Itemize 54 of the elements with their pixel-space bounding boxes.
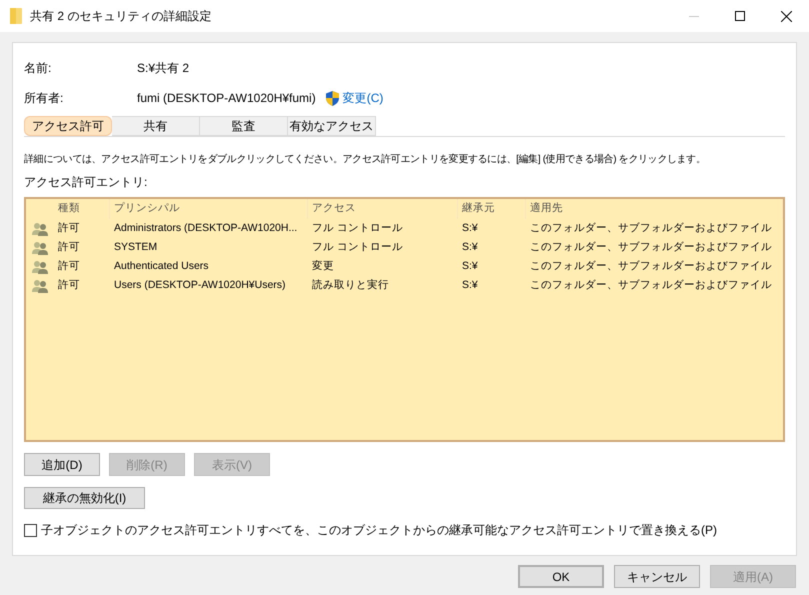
action-button[interactable]: 追加(D) <box>24 453 100 476</box>
table-cell-text: フル コントロール <box>311 220 404 236</box>
close-icon <box>780 10 792 22</box>
shield-icon <box>326 90 339 106</box>
field-value: fumi (DESKTOP-AW1020H¥fumi) <box>137 90 316 107</box>
checkbox[interactable] <box>24 524 37 536</box>
table-cell-text: S:¥ <box>461 220 479 236</box>
table-row[interactable]: 許可 SYSTEM フル コントロール S:¥ このフォルダー、サブフォルダーおよびファイル <box>26 238 783 257</box>
dialog-button[interactable]: OK <box>518 565 604 588</box>
dialog-button[interactable]: キャンセル <box>614 565 700 588</box>
column-header[interactable]: アクセス <box>308 199 458 219</box>
tab[interactable]: 有効なアクセス <box>288 116 376 136</box>
field-value: S:¥共有 2 <box>137 60 190 77</box>
tab[interactable]: 監査 <box>200 116 288 136</box>
table-cell-text: このフォルダー、サブフォルダーおよびファイル <box>529 258 773 274</box>
table-cell-text: このフォルダー、サブフォルダーおよびファイル <box>529 240 773 255</box>
table-row[interactable]: 許可 Administrators (DESKTOP-AW1020H... フル コントロール S:¥ このフォルダー、サブフォルダーおよびファイル <box>26 219 783 238</box>
column-header[interactable]: 種類 <box>54 199 110 219</box>
table-cell-text: このフォルダー、サブフォルダーおよびファイル <box>529 278 773 293</box>
table-cell-text: Users (DESKTOP-AW1020H¥Users) <box>113 278 287 293</box>
users-icon <box>32 240 48 254</box>
table-cell-text: 許可 <box>57 240 81 255</box>
disable-inheritance-button[interactable]: 継承の無効化(I) <box>24 487 145 509</box>
tab[interactable]: 共有 <box>112 116 200 136</box>
window-title: 共有 2 のセキュリティの詳細設定 <box>30 8 212 25</box>
checkbox-label: 子オブジェクトのアクセス許可エントリすべてを、このオブジェクトからの継承可能なアクセス許可エントリで置き換える(P) <box>41 522 717 539</box>
column-header[interactable]: 適用先 <box>526 199 783 219</box>
folder-icon <box>10 8 22 24</box>
users-icon <box>32 278 48 292</box>
table-cell-text: 読み取りと実行 <box>311 278 390 293</box>
list-label: アクセス許可エントリ: <box>24 174 148 191</box>
table-cell-text: 変更 <box>311 258 335 274</box>
description-text: 詳細については、アクセス許可エントリをダブルクリックしてください。アクセス許可エントリを変更するには、[編集] (使用できる場合) をクリックします。 <box>24 152 706 167</box>
tab[interactable]: アクセス許可 <box>24 116 112 136</box>
table-cell-text: 許可 <box>57 220 81 236</box>
users-icon <box>32 260 48 274</box>
column-header[interactable]: プリンシパル <box>110 199 308 219</box>
table-cell-text: このフォルダー、サブフォルダーおよびファイル <box>529 220 773 236</box>
field-label: 所有者: <box>24 90 64 107</box>
table-row[interactable]: 許可 Authenticated Users 変更 S:¥ このフォルダー、サブフォルダーおよびファイル <box>26 257 783 276</box>
table-cell-text: フル コントロール <box>311 240 404 255</box>
users-icon <box>32 222 48 236</box>
column-header[interactable]: 継承元 <box>458 199 526 219</box>
table-cell-text: S:¥ <box>461 278 479 293</box>
change-link[interactable]: 変更(C) <box>342 89 384 107</box>
table-cell-text: S:¥ <box>461 240 479 255</box>
table-row[interactable]: 許可 Users (DESKTOP-AW1020H¥Users) 読み取りと実行 S:¥ このフォルダー、サブフォルダーおよびファイル <box>26 276 783 295</box>
table-cell-text: SYSTEM <box>113 240 158 255</box>
table-cell-text: Administrators (DESKTOP-AW1020H... <box>113 220 298 236</box>
table-cell-text: Authenticated Users <box>113 258 210 274</box>
table-cell-text: S:¥ <box>461 258 479 274</box>
field-label: 名前: <box>24 60 52 77</box>
table-cell-text: 許可 <box>57 258 81 274</box>
table-cell-text: 許可 <box>57 278 81 293</box>
